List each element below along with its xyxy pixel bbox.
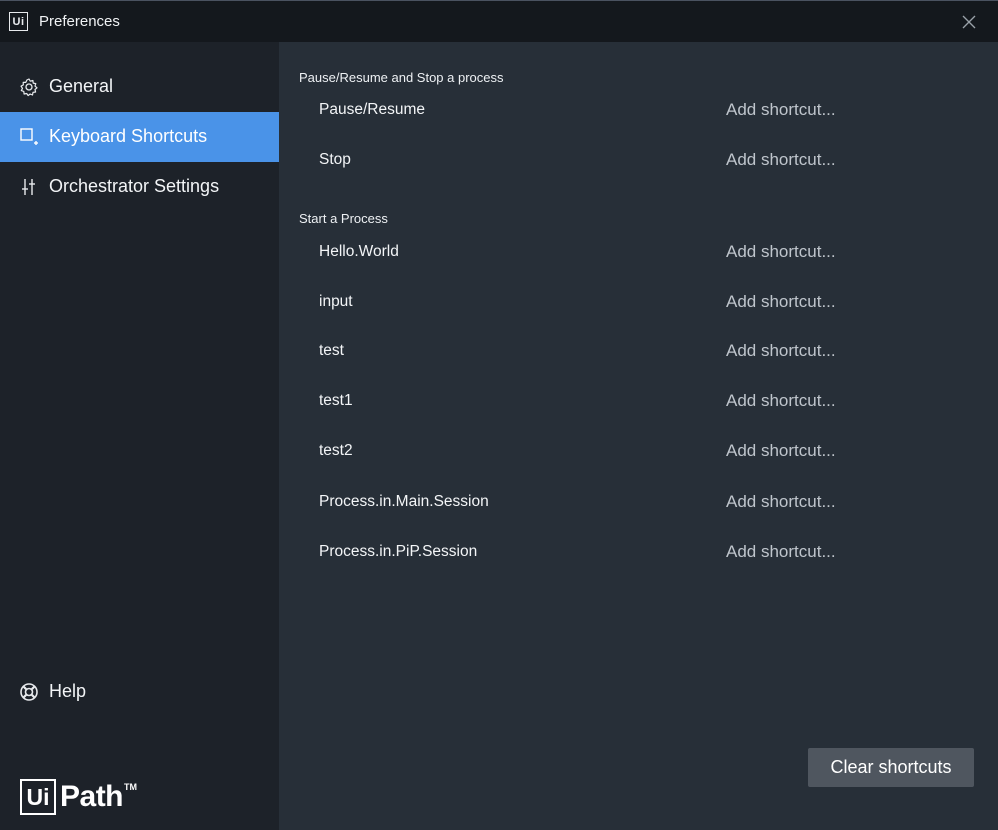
- sidebar: General Keyboard Shortcuts Orchestrator …: [0, 42, 279, 830]
- logo-word: Path: [60, 780, 124, 813]
- gear-icon: [20, 78, 38, 97]
- close-icon: [962, 15, 976, 29]
- clear-shortcuts-button[interactable]: Clear shortcuts: [808, 748, 974, 787]
- preferences-window: Ui Preferences General Keyboard Shortcut…: [0, 0, 998, 830]
- shortcut-row: Hello.World Add shortcut...: [279, 233, 998, 273]
- add-shortcut-button[interactable]: Add shortcut...: [726, 292, 836, 312]
- uipath-logo: Ui Path TM: [20, 778, 137, 816]
- sidebar-item-help[interactable]: Help: [0, 667, 279, 717]
- shortcut-row: test2 Add shortcut...: [279, 432, 998, 472]
- logo-trademark: TM: [124, 782, 138, 792]
- add-shortcut-button[interactable]: Add shortcut...: [726, 150, 836, 170]
- sidebar-item-label: Orchestrator Settings: [49, 176, 220, 196]
- shortcut-row: input Add shortcut...: [279, 283, 998, 323]
- add-shortcut-button[interactable]: Add shortcut...: [726, 100, 836, 120]
- add-shortcut-button[interactable]: Add shortcut...: [726, 341, 836, 361]
- shortcut-row: Pause/Resume Add shortcut...: [279, 91, 998, 131]
- shortcut-action-name: test2: [319, 442, 353, 459]
- help-label: Help: [49, 681, 87, 701]
- add-shortcut-button[interactable]: Add shortcut...: [726, 391, 836, 411]
- shortcut-action-name: input: [319, 293, 353, 310]
- keyboard-shortcuts-icon: [20, 128, 38, 145]
- shortcut-row: test1 Add shortcut...: [279, 382, 998, 422]
- shortcut-action-name: test: [319, 342, 344, 359]
- shortcuts-panel: Pause/Resume and Stop a process Pause/Re…: [279, 42, 998, 830]
- uipath-app-icon: Ui: [9, 12, 28, 31]
- help-lifebuoy-icon: [20, 683, 38, 701]
- section-title-pause-stop: Pause/Resume and Stop a process: [299, 70, 504, 85]
- sidebar-item-label: Keyboard Shortcuts: [49, 126, 208, 146]
- shortcut-row: Stop Add shortcut...: [279, 141, 998, 181]
- sidebar-item-general[interactable]: General: [0, 62, 279, 112]
- shortcut-action-name: Process.in.Main.Session: [319, 493, 489, 510]
- shortcut-action-name: Pause/Resume: [319, 101, 425, 118]
- add-shortcut-button[interactable]: Add shortcut...: [726, 542, 836, 562]
- add-shortcut-button[interactable]: Add shortcut...: [726, 242, 836, 262]
- sliders-icon: [22, 179, 35, 195]
- shortcut-action-name: Process.in.PiP.Session: [319, 543, 478, 560]
- sidebar-item-keyboard-shortcuts[interactable]: Keyboard Shortcuts: [0, 112, 279, 162]
- shortcut-row: Process.in.PiP.Session Add shortcut...: [279, 533, 998, 573]
- shortcut-row: test Add shortcut...: [279, 332, 998, 372]
- window-title: Preferences: [39, 13, 120, 30]
- logo-box: Ui: [20, 779, 56, 815]
- title-bar: Ui Preferences: [0, 1, 998, 42]
- add-shortcut-button[interactable]: Add shortcut...: [726, 441, 836, 461]
- shortcut-action-name: Stop: [319, 151, 351, 168]
- shortcut-action-name: test1: [319, 392, 353, 409]
- sidebar-item-label: General: [49, 76, 114, 96]
- shortcut-action-name: Hello.World: [319, 243, 399, 260]
- sidebar-item-orchestrator-settings[interactable]: Orchestrator Settings: [0, 162, 279, 212]
- close-button[interactable]: [960, 13, 978, 31]
- shortcut-row: Process.in.Main.Session Add shortcut...: [279, 483, 998, 523]
- add-shortcut-button[interactable]: Add shortcut...: [726, 492, 836, 512]
- section-title-start-process: Start a Process: [299, 211, 388, 226]
